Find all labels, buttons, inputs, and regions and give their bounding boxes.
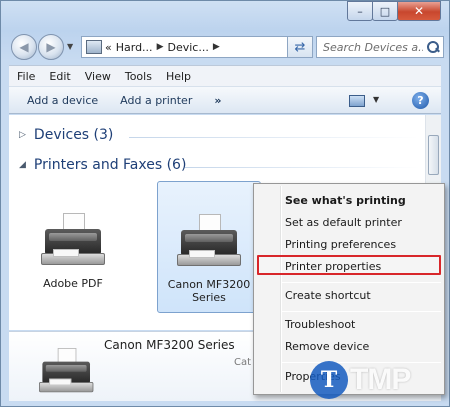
menu-item-create-shortcut[interactable]: Create shortcut — [285, 289, 371, 302]
breadcrumb-devices[interactable]: Devic... — [167, 41, 208, 54]
printer-tile-canon-mf3200[interactable]: Canon MF3200 Series — [157, 181, 261, 313]
printers-group-title: Printers and Faxes (6) — [33, 157, 187, 173]
menu-item-printer-properties[interactable]: Printer properties — [285, 260, 381, 273]
menu-edit[interactable]: Edit — [49, 70, 70, 83]
group-divider — [129, 137, 419, 138]
search-input[interactable] — [323, 40, 423, 54]
menu-tools[interactable]: Tools — [125, 70, 152, 83]
back-button[interactable]: ◀ — [11, 34, 37, 60]
forward-button[interactable]: ▶ — [38, 34, 64, 60]
printer-icon — [41, 213, 105, 267]
refresh-icon: ⇄ — [294, 39, 306, 55]
printer-icon — [39, 348, 94, 394]
menu-separator — [282, 311, 441, 312]
minimize-button[interactable]: – — [347, 1, 373, 21]
view-options-dropdown[interactable]: ▼ — [373, 95, 379, 104]
change-view-icon[interactable] — [349, 95, 365, 107]
command-bar: Add a device Add a printer » ▼ ? — [9, 86, 441, 114]
devices-group-header[interactable]: ▷ Devices (3) — [19, 127, 113, 143]
printer-icon — [177, 214, 241, 268]
forward-arrow-icon: ▶ — [46, 40, 56, 54]
explorer-window: – □ ✕ ◀ ▶ ▼ « Hard... ▶ Devic... ▶ ▼ ⇄ F… — [0, 0, 450, 407]
close-button[interactable]: ✕ — [397, 1, 441, 21]
menu-item-set-default-printer[interactable]: Set as default printer — [285, 216, 402, 229]
collapse-arrow-icon[interactable]: ◢ — [19, 160, 26, 170]
recent-pages-dropdown[interactable]: ▼ — [67, 42, 73, 51]
search-box[interactable] — [316, 36, 444, 58]
help-icon[interactable]: ? — [412, 92, 429, 109]
search-icon[interactable] — [427, 41, 439, 53]
chevron-right-icon[interactable]: ▶ — [157, 42, 164, 52]
breadcrumb-hardware[interactable]: Hard... — [116, 41, 153, 54]
devices-group-title: Devices (3) — [33, 127, 114, 143]
address-bar[interactable]: « Hard... ▶ Devic... ▶ ▼ — [81, 36, 309, 58]
add-device-button[interactable]: Add a device — [27, 94, 98, 107]
menu-item-printing-preferences[interactable]: Printing preferences — [285, 238, 396, 251]
printer-label-line1: Canon MF3200 — [167, 278, 251, 291]
back-arrow-icon: ◀ — [19, 40, 29, 54]
details-category: Cat — [234, 357, 252, 368]
more-commands-button[interactable]: » — [214, 94, 221, 107]
breadcrumb-overflow[interactable]: « — [105, 41, 112, 54]
scrollbar-thumb[interactable] — [428, 135, 439, 175]
menu-bar: File Edit View Tools Help — [9, 65, 441, 86]
watermark-logo: T TMP — [310, 361, 411, 399]
menu-help[interactable]: Help — [166, 70, 191, 83]
chevron-right-icon[interactable]: ▶ — [213, 42, 220, 52]
menu-file[interactable]: File — [17, 70, 35, 83]
group-divider — [185, 167, 419, 168]
control-panel-icon — [86, 40, 102, 54]
menu-item-remove-device[interactable]: Remove device — [285, 340, 369, 353]
menu-item-troubleshoot[interactable]: Troubleshoot — [285, 318, 355, 331]
printer-label: Adobe PDF — [43, 277, 103, 290]
printer-label-line2: Series — [192, 291, 226, 304]
add-printer-button[interactable]: Add a printer — [120, 94, 192, 107]
navigation-bar: ◀ ▶ ▼ « Hard... ▶ Devic... ▶ ▼ ⇄ — [9, 34, 444, 60]
maximize-button[interactable]: □ — [372, 1, 398, 21]
menu-separator — [282, 282, 441, 283]
menu-view[interactable]: View — [85, 70, 111, 83]
expand-arrow-icon[interactable]: ▷ — [19, 130, 26, 140]
details-printer-name: Canon MF3200 Series — [104, 338, 235, 352]
menu-item-see-whats-printing[interactable]: See what's printing — [285, 194, 406, 207]
watermark-circle: T — [310, 361, 348, 399]
printer-tile-adobe-pdf[interactable]: Adobe PDF — [23, 207, 123, 297]
printers-group-header[interactable]: ◢ Printers and Faxes (6) — [19, 157, 186, 173]
caption-buttons: – □ ✕ — [347, 1, 441, 22]
watermark-text: TMP — [350, 363, 411, 396]
refresh-button[interactable]: ⇄ — [287, 36, 313, 58]
